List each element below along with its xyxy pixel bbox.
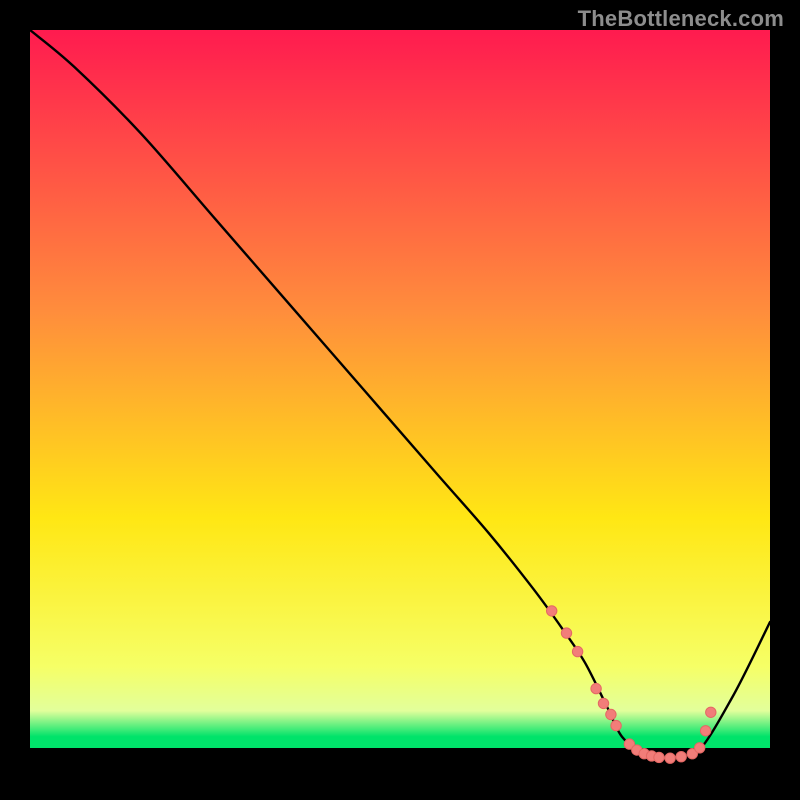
curve-marker [695, 743, 705, 753]
curve-marker [572, 646, 582, 656]
heat-gradient-background [30, 30, 770, 770]
watermark-label: TheBottleneck.com [578, 6, 784, 32]
curve-marker [676, 751, 686, 761]
bottleneck-chart [30, 30, 770, 770]
curve-marker [700, 726, 710, 736]
curve-marker [606, 709, 616, 719]
curve-marker [547, 606, 557, 616]
curve-marker [591, 683, 601, 693]
curve-marker [665, 753, 675, 763]
curve-marker [598, 698, 608, 708]
curve-marker [611, 720, 621, 730]
curve-marker [706, 707, 716, 717]
curve-marker [654, 752, 664, 762]
chart-stage: TheBottleneck.com [0, 0, 800, 800]
curve-marker [561, 628, 571, 638]
